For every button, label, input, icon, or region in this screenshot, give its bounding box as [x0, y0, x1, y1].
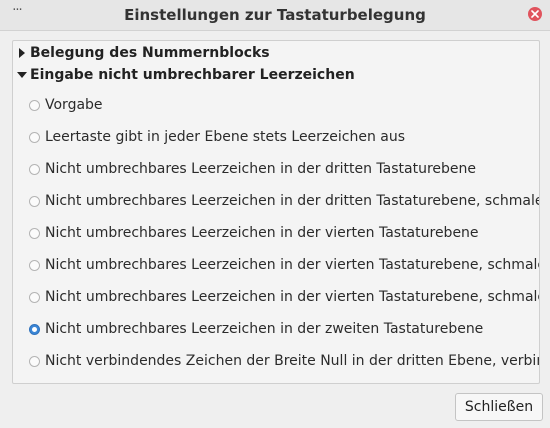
tree-item-label: Eingabe nicht umbrechbarer Leerzeichen — [30, 67, 355, 83]
radio-label: Nicht umbrechbares Leerzeichen in der vi… — [45, 289, 540, 305]
radio-button-checked[interactable] — [29, 323, 40, 335]
radio-label: Vorgabe — [45, 97, 103, 113]
radio-option-selected[interactable]: Nicht umbrechbares Leerzeichen in der zw… — [29, 319, 483, 339]
radio-option[interactable]: Nicht umbrechbares Leerzeichen in der dr… — [29, 159, 476, 179]
radio-option[interactable]: Nicht umbrechbares Leerzeichen in der vi… — [29, 255, 540, 275]
radio-button[interactable] — [29, 195, 40, 207]
tree-item-label: Belegung des Nummernblocks — [30, 45, 270, 61]
radio-button[interactable] — [29, 259, 40, 271]
radio-button[interactable] — [29, 291, 40, 303]
triangle-right-icon — [17, 48, 27, 58]
radio-option[interactable]: Leertaste gibt in jeder Ebene stets Leer… — [29, 127, 405, 147]
radio-label: Nicht umbrechbares Leerzeichen in der dr… — [45, 193, 540, 209]
triangle-down-icon — [17, 70, 27, 80]
radio-label: Leertaste gibt in jeder Ebene stets Leer… — [45, 129, 406, 145]
radio-option[interactable]: Vorgabe — [29, 95, 103, 115]
radio-label: Nicht verbindendes Zeichen der Breite Nu… — [45, 353, 540, 369]
radio-button[interactable] — [29, 99, 40, 111]
radio-button[interactable] — [29, 163, 40, 175]
radio-option[interactable]: Nicht umbrechbares Leerzeichen in der vi… — [29, 223, 479, 243]
radio-label: Nicht umbrechbares Leerzeichen in der dr… — [45, 161, 477, 177]
radio-option[interactable]: Nicht umbrechbares Leerzeichen in der vi… — [29, 287, 540, 307]
radio-option[interactable]: Nicht verbindendes Zeichen der Breite Nu… — [29, 351, 540, 371]
radio-option[interactable]: Nicht umbrechbares Leerzeichen in der dr… — [29, 191, 540, 211]
radio-button[interactable] — [29, 355, 40, 367]
close-button[interactable]: Schließen — [455, 393, 543, 421]
tree-item-nbsp[interactable]: Eingabe nicht umbrechbarer Leerzeichen — [17, 65, 355, 85]
close-icon[interactable] — [528, 7, 542, 21]
radio-button[interactable] — [29, 131, 40, 143]
options-tree-panel: Belegung des Nummernblocks Eingabe nicht… — [12, 40, 540, 384]
tree-item-numpad[interactable]: Belegung des Nummernblocks — [17, 43, 270, 63]
radio-label: Nicht umbrechbares Leerzeichen in der vi… — [45, 225, 479, 241]
title-bar: ··· Einstellungen zur Tastaturbelegung — [0, 0, 550, 31]
radio-label: Nicht umbrechbares Leerzeichen in der vi… — [45, 257, 540, 273]
radio-button[interactable] — [29, 227, 40, 239]
radio-label: Nicht umbrechbares Leerzeichen in der zw… — [45, 321, 484, 337]
window-title: Einstellungen zur Tastaturbelegung — [124, 6, 426, 24]
